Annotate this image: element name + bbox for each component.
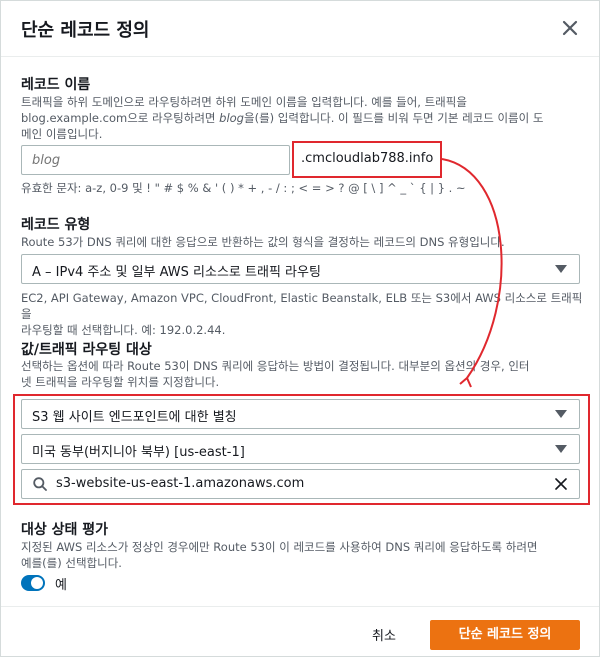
valid-characters-hint: 유효한 문자: a-z, 0-9 및 ! " # $ % & ' ( ) * +… (21, 181, 466, 195)
endpoint-type-select[interactable]: S3 웹 사이트 엔드포인트에 대한 별칭 (21, 399, 580, 429)
record-type-description: Route 53가 DNS 쿼리에 대한 응답으로 반환하는 값의 형식을 결정… (21, 235, 505, 249)
region-select[interactable]: 미국 동부(버지니아 북부) [us-east-1] (21, 434, 580, 464)
record-type-help-line2: 라우팅할 때 선택합니다. 예: 192.0.2.44. (21, 323, 226, 337)
cancel-button[interactable]: 취소 (372, 625, 396, 644)
route-traffic-label: 값/트래픽 라우팅 대상 (21, 342, 152, 358)
domain-suffix-highlight (292, 141, 442, 178)
toggle-knob (31, 577, 43, 589)
target-health-toggle-label: 예 (55, 578, 67, 593)
record-name-input[interactable] (21, 145, 290, 175)
record-type-label: 레코드 유형 (21, 217, 91, 233)
search-icon (33, 477, 47, 491)
close-icon[interactable] (559, 17, 581, 39)
caret-down-icon (555, 410, 567, 418)
target-health-description-line1: 지정된 AWS 리소스가 정상인 경우에만 Route 53이 이 레코드를 사… (21, 540, 538, 554)
caret-down-icon (555, 445, 567, 453)
route-traffic-description-line1: 선택하는 옵션에 따라 Route 53이 DNS 쿼리에 응답하는 방법이 결… (21, 359, 530, 373)
endpoint-value: s3-website-us-east-1.amazonaws.com (56, 476, 305, 491)
target-health-toggle[interactable] (21, 575, 45, 591)
target-health-label: 대상 상태 평가 (21, 522, 109, 538)
endpoint-type-selected: S3 웹 사이트 엔드포인트에 대한 별칭 (32, 410, 237, 425)
record-type-help: EC2, API Gateway, Amazon VPC, CloudFront… (21, 290, 586, 338)
record-type-selected: A – IPv4 주소 및 일부 AWS 리소스로 트래픽 라우팅 (32, 265, 321, 280)
target-health-description-line2: 예를(를) 선택합니다. (21, 556, 122, 570)
modal-header: 단순 레코드 정의 (1, 1, 599, 57)
define-simple-record-button[interactable]: 단순 레코드 정의 (430, 620, 580, 650)
record-type-help-line1: EC2, API Gateway, Amazon VPC, CloudFront… (21, 291, 583, 321)
record-name-description: 트래픽을 하위 도메인으로 라우팅하려면 하위 도메인 이름을 입력합니다. 예… (21, 94, 581, 142)
record-name-description-line2: blog.example.com으로 라우팅하려면 blog을(를) 입력합니다… (21, 110, 581, 126)
record-name-description-italic: blog (219, 111, 244, 125)
record-name-description-suffix: 을(를) 입력합니다. 이 필드를 비워 두면 기본 레코드 이름이 도 (244, 111, 544, 125)
target-health-description: 지정된 AWS 리소스가 정상인 경우에만 Route 53이 이 레코드를 사… (21, 539, 586, 571)
record-name-description-line3: 메인 이름입니다. (21, 127, 103, 141)
endpoint-search-field[interactable]: s3-website-us-east-1.amazonaws.com (21, 469, 580, 499)
caret-down-icon (555, 265, 567, 273)
record-name-description-line1: 트래픽을 하위 도메인으로 라우팅하려면 하위 도메인 이름을 입력합니다. 예… (21, 95, 467, 109)
record-name-description-prefix: blog.example.com으로 라우팅하려면 (21, 111, 220, 125)
route-traffic-description-line2: 넷 트래픽을 라우팅할 위치를 지정합니다. (21, 375, 220, 389)
record-type-select[interactable]: A – IPv4 주소 및 일부 AWS 리소스로 트래픽 라우팅 (21, 254, 580, 284)
record-name-label: 레코드 이름 (21, 77, 91, 93)
define-simple-record-modal: 단순 레코드 정의 레코드 이름 트래픽을 하위 도메인으로 라우팅하려면 하위… (0, 0, 600, 657)
modal-title: 단순 레코드 정의 (21, 20, 150, 41)
route-traffic-description: 선택하는 옵션에 따라 Route 53이 DNS 쿼리에 응답하는 방법이 결… (21, 358, 586, 390)
region-selected: 미국 동부(버지니아 북부) [us-east-1] (32, 445, 245, 460)
clear-icon[interactable] (555, 478, 567, 490)
footer-divider (1, 606, 599, 607)
